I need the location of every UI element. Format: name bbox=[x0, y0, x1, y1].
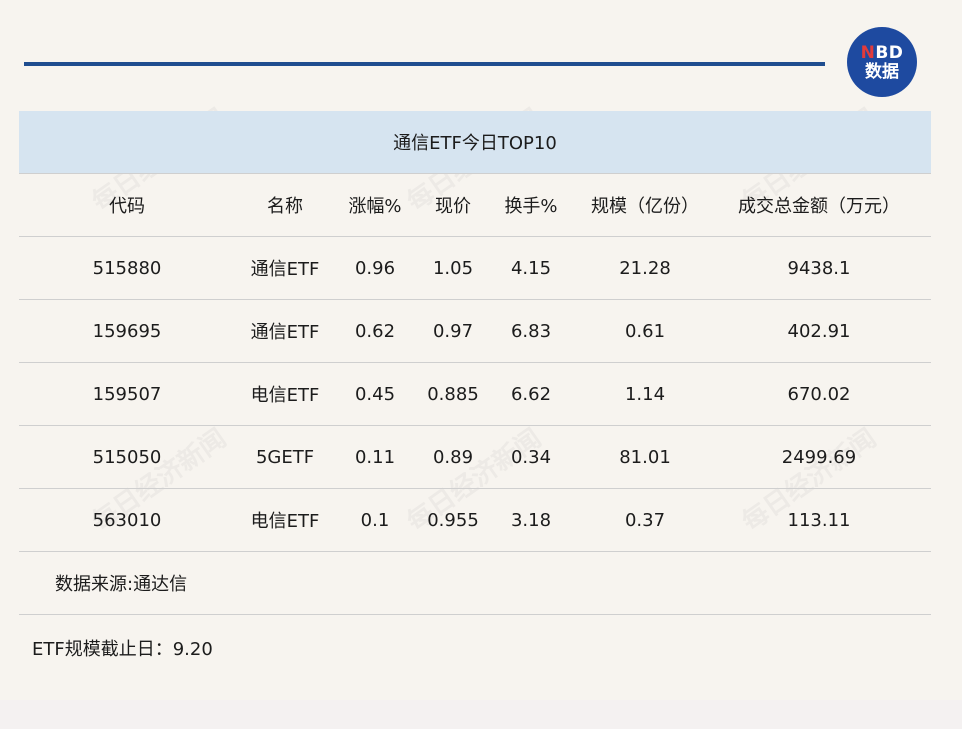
cell-scale: 1.14 bbox=[624, 383, 666, 405]
cell-change: 0.45 bbox=[354, 383, 396, 405]
cell-price: 0.955 bbox=[427, 509, 479, 531]
table-header-row: 代码 名称 涨幅% 现价 换手% 规模（亿份） 成交总金额（万元） bbox=[19, 174, 931, 237]
cell-amount: 402.91 bbox=[787, 320, 851, 342]
table-row: 515880 通信ETF 0.96 1.05 4.15 21.28 9438.1 bbox=[19, 237, 931, 300]
cell-price: 1.05 bbox=[432, 257, 474, 279]
cell-change: 0.11 bbox=[354, 446, 396, 468]
header-code: 代码 bbox=[109, 196, 145, 217]
cell-price: 0.885 bbox=[427, 383, 479, 405]
logo-brand: NBD bbox=[861, 45, 904, 62]
header-name: 名称 bbox=[267, 196, 303, 217]
cell-turnover: 0.34 bbox=[510, 446, 552, 468]
table-row: 563010 电信ETF 0.1 0.955 3.18 0.37 113.11 bbox=[19, 489, 931, 552]
cell-name: 电信ETF bbox=[250, 511, 320, 532]
scale-date-note: ETF规模截止日：9.20 bbox=[32, 639, 213, 660]
bottom-strip bbox=[0, 700, 962, 729]
cell-scale: 0.61 bbox=[624, 320, 666, 342]
cell-amount: 113.11 bbox=[787, 509, 851, 531]
header-price: 现价 bbox=[435, 196, 471, 217]
logo-subtitle: 数据 bbox=[865, 62, 899, 82]
data-source-note: 数据来源:通达信 bbox=[19, 552, 931, 615]
cell-name: 5GETF bbox=[255, 446, 315, 468]
nbd-logo: NBD 数据 bbox=[847, 27, 917, 97]
table-row: 159695 通信ETF 0.62 0.97 6.83 0.61 402.91 bbox=[19, 300, 931, 363]
cell-change: 0.1 bbox=[360, 509, 390, 531]
cell-price: 0.97 bbox=[432, 320, 474, 342]
header-scale: 规模（亿份） bbox=[591, 196, 699, 217]
cell-turnover: 6.83 bbox=[510, 320, 552, 342]
cell-scale: 0.37 bbox=[624, 509, 666, 531]
table-row: 159507 电信ETF 0.45 0.885 6.62 1.14 670.02 bbox=[19, 363, 931, 426]
top-accent-rule bbox=[24, 62, 825, 66]
cell-amount: 670.02 bbox=[787, 383, 851, 405]
etf-table: 通信ETF今日TOP10 代码 名称 涨幅% 现价 换手% 规模（亿份） 成交总… bbox=[19, 111, 931, 615]
cell-code: 563010 bbox=[92, 509, 162, 531]
header-turnover: 换手% bbox=[504, 196, 558, 217]
cell-amount: 2499.69 bbox=[781, 446, 857, 468]
cell-name: 通信ETF bbox=[250, 322, 320, 343]
table-title: 通信ETF今日TOP10 bbox=[19, 111, 931, 174]
cell-name: 电信ETF bbox=[250, 385, 320, 406]
cell-code: 515880 bbox=[92, 257, 162, 279]
cell-scale: 81.01 bbox=[619, 446, 671, 468]
cell-change: 0.62 bbox=[354, 320, 396, 342]
cell-turnover: 3.18 bbox=[510, 509, 552, 531]
cell-change: 0.96 bbox=[354, 257, 396, 279]
logo-brand-n: N bbox=[860, 43, 876, 63]
cell-scale: 21.28 bbox=[619, 257, 671, 279]
page: 每日经济新闻 每日经济新闻 每日经济新闻 每日经济新闻 每日经济新闻 每日经济新… bbox=[0, 0, 962, 729]
cell-price: 0.89 bbox=[432, 446, 474, 468]
cell-amount: 9438.1 bbox=[787, 257, 851, 279]
cell-turnover: 6.62 bbox=[510, 383, 552, 405]
cell-code: 159695 bbox=[92, 320, 162, 342]
table-row: 515050 5GETF 0.11 0.89 0.34 81.01 2499.6… bbox=[19, 426, 931, 489]
header-amount: 成交总金额（万元） bbox=[738, 196, 900, 217]
cell-code: 515050 bbox=[92, 446, 162, 468]
cell-code: 159507 bbox=[92, 383, 162, 405]
cell-turnover: 4.15 bbox=[510, 257, 552, 279]
logo-brand-rest: BD bbox=[875, 43, 904, 63]
cell-name: 通信ETF bbox=[250, 259, 320, 280]
header-change: 涨幅% bbox=[348, 196, 402, 217]
